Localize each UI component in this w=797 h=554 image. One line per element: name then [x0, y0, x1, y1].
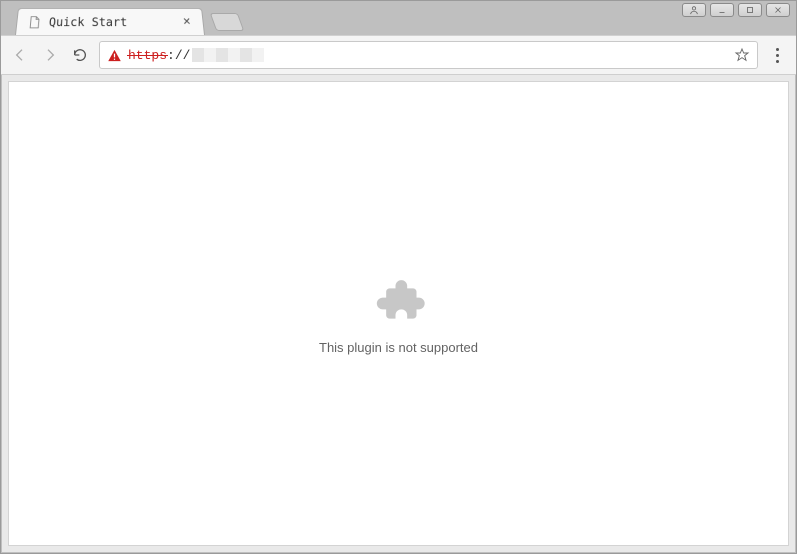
back-button[interactable] — [9, 44, 31, 66]
arrow-right-icon — [42, 47, 58, 63]
page-body: This plugin is not supported — [8, 81, 789, 546]
tab-close-button[interactable]: × — [180, 16, 193, 28]
window-maximize-button[interactable] — [738, 3, 762, 17]
arrow-left-icon — [12, 47, 28, 63]
kebab-dot-icon — [776, 60, 779, 63]
menu-button[interactable] — [766, 44, 788, 66]
reload-button[interactable] — [69, 44, 91, 66]
minimize-icon — [717, 5, 727, 15]
star-icon — [734, 47, 750, 63]
user-icon — [689, 5, 699, 15]
url-host-obscured — [192, 48, 264, 62]
url-display: https:// — [128, 42, 727, 68]
content-area: This plugin is not supported — [2, 75, 795, 552]
forward-button[interactable] — [39, 44, 61, 66]
toolbar: https:// — [1, 35, 796, 75]
window-minimize-button[interactable] — [710, 3, 734, 17]
tab-title: Quick Start — [48, 15, 173, 29]
address-bar[interactable]: https:// — [99, 41, 758, 69]
maximize-icon — [745, 5, 755, 15]
window-controls — [682, 1, 790, 19]
url-scheme: https — [128, 48, 167, 63]
kebab-dot-icon — [776, 54, 779, 57]
browser-window: Quick Start × https:// — [0, 0, 797, 554]
tab-quick-start[interactable]: Quick Start × — [15, 8, 205, 35]
reload-icon — [72, 47, 88, 63]
plugin-unsupported-message: This plugin is not supported — [319, 340, 478, 355]
close-icon — [773, 5, 783, 15]
bookmark-button[interactable] — [733, 46, 751, 64]
kebab-dot-icon — [776, 48, 779, 51]
page-icon — [27, 15, 42, 29]
tab-strip: Quick Start × — [1, 1, 796, 35]
puzzle-piece-icon — [371, 272, 427, 328]
url-separator: :// — [167, 48, 190, 63]
warning-triangle-icon — [106, 47, 122, 63]
new-tab-button[interactable] — [210, 13, 245, 31]
window-close-button[interactable] — [766, 3, 790, 17]
window-user-button[interactable] — [682, 3, 706, 17]
